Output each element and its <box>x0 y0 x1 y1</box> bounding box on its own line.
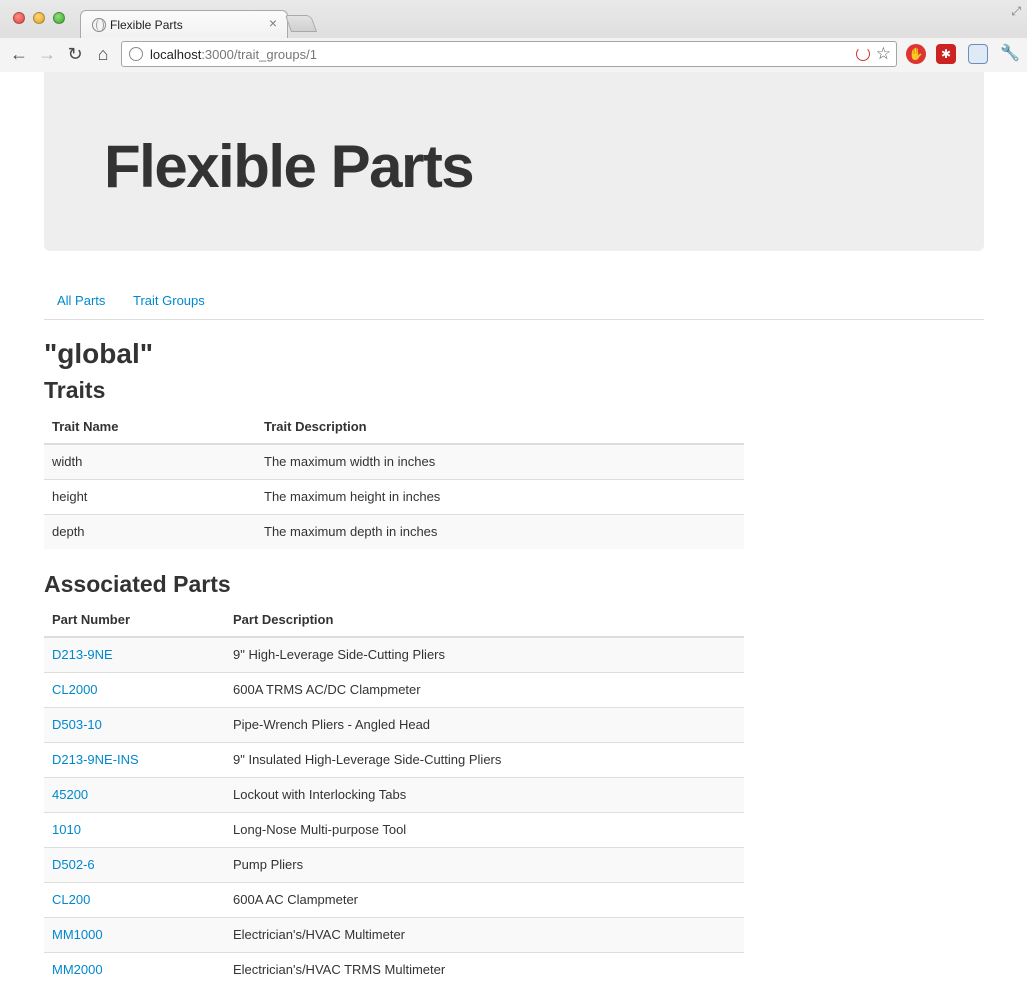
globe-icon <box>129 47 143 61</box>
nav-trait-groups-link[interactable]: Trait Groups <box>133 293 205 308</box>
table-row: 1010 Long-Nose Multi-purpose Tool <box>44 811 744 847</box>
forward-arrow-icon[interactable]: → <box>36 43 58 65</box>
table-cell-description: The maximum depth in inches <box>256 513 744 549</box>
table-cell-description: The maximum height in inches <box>256 478 744 514</box>
nav-all-parts-link[interactable]: All Parts <box>57 293 105 308</box>
part-number-link[interactable]: MM1000 <box>52 927 103 942</box>
table-row: height The maximum height in inches <box>44 478 744 514</box>
traits-heading: Traits <box>44 377 106 403</box>
column-header-part-description: Part Description <box>225 603 744 638</box>
browser-toolbar: ← → ↻ ⌂ localhost:3000/trait_groups/1 ☆ … <box>0 38 1027 72</box>
table-cell-description: Pump Pliers <box>225 846 744 882</box>
url-path: :3000/trait_groups/1 <box>201 47 317 62</box>
trait-group-name: "global" <box>44 338 153 369</box>
part-number-link[interactable]: D502-6 <box>52 857 95 872</box>
part-number-link[interactable]: CL200 <box>52 892 90 907</box>
table-cell-name: depth <box>44 513 256 549</box>
main-nav: All Parts Trait Groups <box>44 282 984 320</box>
back-arrow-icon[interactable]: ← <box>8 43 30 65</box>
home-icon[interactable]: ⌂ <box>92 43 114 65</box>
part-number-link[interactable]: D213-9NE-INS <box>52 752 139 767</box>
tab-close-icon[interactable]: × <box>269 15 277 31</box>
browser-tab[interactable]: Flexible Parts × <box>80 10 288 39</box>
table-row: D502-6 Pump Pliers <box>44 846 744 882</box>
table-cell-description: Electrician's/HVAC TRMS Multimeter <box>225 951 744 987</box>
table-cell-name: width <box>44 444 256 479</box>
table-cell-name: height <box>44 478 256 514</box>
part-number-link[interactable]: 1010 <box>52 822 81 837</box>
table-cell-description: The maximum width in inches <box>256 444 744 479</box>
table-cell-number: CL2000 <box>44 671 225 707</box>
table-row: MM1000 Electrician's/HVAC Multimeter <box>44 916 744 952</box>
url-host: localhost <box>150 47 202 62</box>
table-cell-description: 600A TRMS AC/DC Clampmeter <box>225 671 744 707</box>
hero-unit: Flexible Parts <box>44 72 984 251</box>
address-url: localhost:3000/trait_groups/1 <box>150 47 317 62</box>
table-cell-number: 1010 <box>44 811 225 847</box>
address-bar[interactable]: localhost:3000/trait_groups/1 ☆ <box>121 41 897 67</box>
part-number-link[interactable]: D503-10 <box>52 717 102 732</box>
table-cell-number: 45200 <box>44 776 225 812</box>
table-cell-number: MM1000 <box>44 916 225 952</box>
part-number-link[interactable]: CL2000 <box>52 682 98 697</box>
globe-icon <box>92 18 106 32</box>
table-cell-description: Pipe-Wrench Pliers - Angled Head <box>225 706 744 742</box>
window-extension-icon[interactable] <box>968 44 988 64</box>
part-number-link[interactable]: D213-9NE <box>52 647 113 662</box>
table-row: D503-10 Pipe-Wrench Pliers - Angled Head <box>44 706 744 742</box>
table-row: MM2000 Electrician's/HVAC TRMS Multimeter <box>44 951 744 987</box>
window-minimize-icon[interactable] <box>33 12 45 24</box>
tab-title: Flexible Parts <box>110 18 183 32</box>
parts-table: Part Number Part Description D213-9NE 9" … <box>44 603 744 987</box>
table-cell-description: 9" Insulated High-Leverage Side-Cutting … <box>225 741 744 777</box>
traits-table: Trait Name Trait Description width The ma… <box>44 410 744 549</box>
column-header-part-number: Part Number <box>44 603 225 638</box>
table-row: CL200 600A AC Clampmeter <box>44 881 744 917</box>
traits-header-row: Trait Name Trait Description <box>44 410 744 445</box>
lastpass-extension-icon[interactable]: ✱ <box>936 44 956 64</box>
part-number-link[interactable]: 45200 <box>52 787 88 802</box>
bookmark-star-icon[interactable]: ☆ <box>876 44 891 64</box>
table-cell-number: D213-9NE <box>44 637 225 672</box>
wrench-menu-icon[interactable]: 🔧 <box>1000 44 1020 64</box>
reload-icon[interactable]: ↻ <box>64 43 86 65</box>
table-cell-number: MM2000 <box>44 951 225 987</box>
table-row: CL2000 600A TRMS AC/DC Clampmeter <box>44 671 744 707</box>
page-action-icon[interactable] <box>856 47 870 61</box>
table-row: D213-9NE 9" High-Leverage Side-Cutting Pl… <box>44 637 744 672</box>
table-cell-number: CL200 <box>44 881 225 917</box>
table-cell-description: Lockout with Interlocking Tabs <box>225 776 744 812</box>
table-cell-description: 9" High-Leverage Side-Cutting Pliers <box>225 637 744 672</box>
table-row: D213-9NE-INS 9" Insulated High-Leverage S… <box>44 741 744 777</box>
window-maximize-icon[interactable] <box>53 12 65 24</box>
associated-parts-heading: Associated Parts <box>44 571 231 597</box>
table-cell-number: D503-10 <box>44 706 225 742</box>
table-cell-number: D502-6 <box>44 846 225 882</box>
adblock-extension-icon[interactable]: ✋ <box>906 44 926 64</box>
new-tab-button[interactable] <box>284 15 318 32</box>
column-header-trait-name: Trait Name <box>44 410 256 445</box>
table-cell-description: Long-Nose Multi-purpose Tool <box>225 811 744 847</box>
fullscreen-icon[interactable]: ⤢ <box>1011 4 1021 19</box>
parts-header-row: Part Number Part Description <box>44 603 744 638</box>
table-cell-description: Electrician's/HVAC Multimeter <box>225 916 744 952</box>
table-cell-number: D213-9NE-INS <box>44 741 225 777</box>
column-header-trait-description: Trait Description <box>256 410 744 445</box>
browser-chrome: Flexible Parts × ⤢ ← → ↻ ⌂ localhost:300… <box>0 0 1027 72</box>
window-close-icon[interactable] <box>13 12 25 24</box>
part-number-link[interactable]: MM2000 <box>52 962 103 977</box>
table-cell-description: 600A AC Clampmeter <box>225 881 744 917</box>
site-title: Flexible Parts <box>104 133 475 200</box>
table-row: depth The maximum depth in inches <box>44 513 744 549</box>
table-row: 45200 Lockout with Interlocking Tabs <box>44 776 744 812</box>
table-row: width The maximum width in inches <box>44 444 744 479</box>
